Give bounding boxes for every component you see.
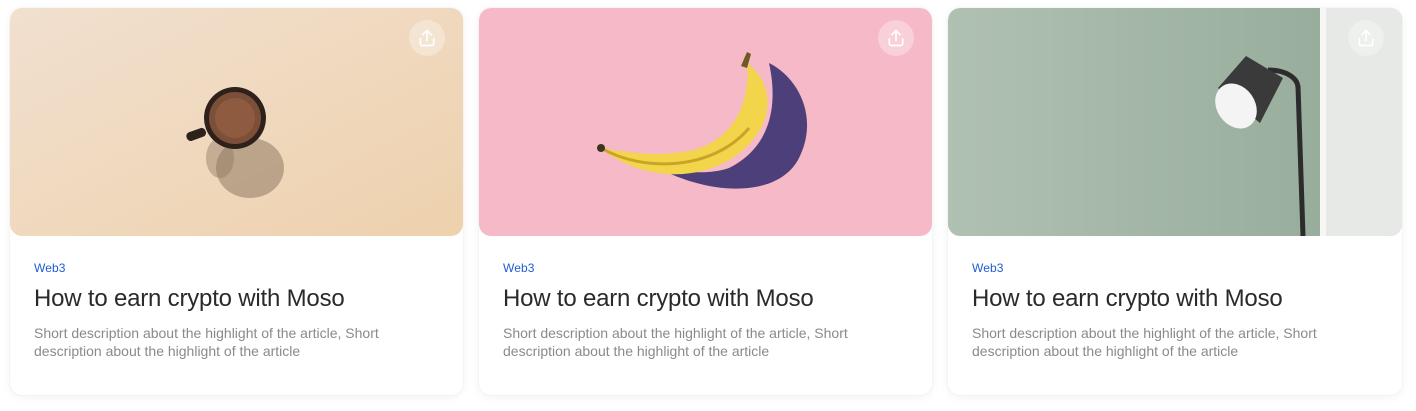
- share-upload-icon: [1358, 29, 1374, 47]
- card-image[interactable]: [948, 8, 1402, 236]
- share-upload-icon: [419, 29, 435, 47]
- article-card-2[interactable]: Web3 How to earn crypto with Moso Short …: [479, 8, 932, 395]
- floor-lamp-photo: [948, 8, 1402, 236]
- card-description: Short description about the highlight of…: [34, 325, 379, 359]
- banana-photo: [479, 8, 932, 236]
- share-button[interactable]: [878, 20, 914, 56]
- card-title[interactable]: How to earn crypto with Moso: [972, 285, 1382, 313]
- share-upload-icon: [888, 29, 904, 47]
- card-description: Short description about the highlight of…: [972, 325, 1317, 359]
- coffee-cup-photo: [10, 8, 463, 236]
- card-title[interactable]: How to earn crypto with Moso: [503, 285, 912, 313]
- card-title[interactable]: How to earn crypto with Moso: [34, 285, 443, 313]
- card-image[interactable]: [479, 8, 932, 236]
- card-tag[interactable]: Web3: [972, 261, 1004, 275]
- card-tag[interactable]: Web3: [503, 261, 535, 275]
- share-button[interactable]: [1348, 20, 1384, 56]
- share-button[interactable]: [409, 20, 445, 56]
- article-card-1[interactable]: Web3 How to earn crypto with Moso Short …: [10, 8, 463, 395]
- card-image[interactable]: [10, 8, 463, 236]
- card-description: Short description about the highlight of…: [503, 325, 848, 359]
- card-tag[interactable]: Web3: [34, 261, 66, 275]
- article-card-3[interactable]: Web3 How to earn crypto with Moso Short …: [948, 8, 1402, 395]
